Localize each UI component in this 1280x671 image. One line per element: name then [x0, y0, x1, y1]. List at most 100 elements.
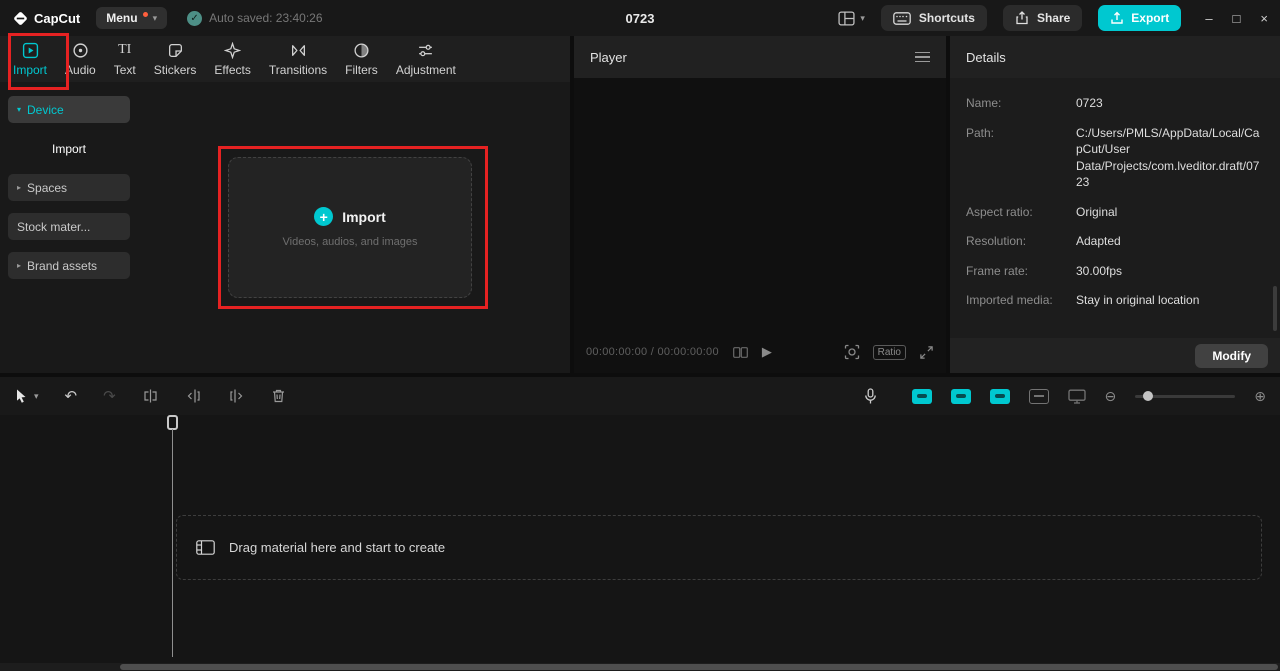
- maximize-button[interactable]: □: [1233, 11, 1241, 26]
- tab-label: Adjustment: [395, 62, 456, 77]
- tab-import[interactable]: Import: [4, 36, 56, 82]
- caret-down-icon: ▾: [17, 104, 22, 114]
- titlebar: CapCut Menu ▾ ✓ Auto saved: 23:40:26 072…: [0, 0, 1280, 36]
- tab-effects[interactable]: Effects: [205, 36, 259, 82]
- tab-label: Stickers: [153, 62, 197, 77]
- effects-icon: [224, 41, 242, 59]
- import-dropzone[interactable]: + Import Videos, audios, and images: [228, 157, 472, 298]
- details-header: Details: [950, 36, 1280, 78]
- undo-button[interactable]: ↶: [65, 389, 78, 404]
- field-label: Path:: [966, 125, 995, 140]
- menu-button[interactable]: Menu ▾: [96, 7, 168, 29]
- delete-icon[interactable]: [271, 388, 286, 404]
- timeline-scrollbar[interactable]: [0, 663, 1280, 671]
- close-button[interactable]: ×: [1260, 11, 1268, 26]
- playhead[interactable]: [167, 415, 179, 657]
- adjustment-icon: [419, 44, 433, 56]
- sidebar-item-label: Stock mater...: [17, 219, 91, 234]
- ratio-button[interactable]: Ratio: [872, 344, 906, 360]
- tab-transitions[interactable]: Transitions: [260, 36, 336, 82]
- detail-row-name: Name: 0723: [966, 95, 1266, 112]
- preview-axis-icon[interactable]: [1028, 388, 1049, 404]
- tab-text[interactable]: TI Text: [105, 36, 145, 82]
- auto-ripple-icon[interactable]: [950, 388, 971, 404]
- dropzone-title: Import: [342, 208, 386, 225]
- project-title: 0723: [625, 10, 655, 26]
- frames-icon[interactable]: [732, 346, 748, 358]
- dropzone-subtitle: Videos, audios, and images: [282, 236, 418, 248]
- player-canvas: [574, 78, 946, 373]
- share-icon: [1016, 11, 1028, 25]
- tab-filters[interactable]: Filters: [336, 36, 387, 82]
- playhead-handle[interactable]: [167, 415, 178, 430]
- zoom-in-icon[interactable]: ⊕: [1254, 389, 1266, 403]
- zoom-slider-handle[interactable]: [1143, 391, 1154, 401]
- fullscreen-icon[interactable]: [919, 345, 934, 360]
- details-panel-title: Details: [966, 49, 1006, 65]
- transitions-icon: [291, 44, 305, 56]
- preview-focus-icon[interactable]: [844, 344, 860, 360]
- delete-left-icon[interactable]: [185, 388, 202, 404]
- media-clip-icon: [196, 540, 215, 555]
- timeline-drop-area[interactable]: Drag material here and start to create: [176, 515, 1262, 580]
- sidebar-item-brand-assets[interactable]: ▸ Brand assets: [8, 252, 130, 279]
- player-header: Player: [574, 36, 946, 78]
- main-track-magnet-icon[interactable]: [911, 388, 932, 404]
- tab-audio[interactable]: Audio: [56, 36, 105, 82]
- split-icon[interactable]: [142, 388, 159, 404]
- tab-label: Filters: [345, 62, 378, 77]
- zoom-slider[interactable]: [1135, 391, 1236, 401]
- render-preview-icon[interactable]: [1067, 389, 1086, 404]
- sidebar-item-label: Spaces: [27, 180, 68, 195]
- timeline-toolbar-right: ⊖ ⊕: [864, 387, 1266, 405]
- export-button[interactable]: Export: [1098, 5, 1182, 31]
- record-voiceover-icon[interactable]: [864, 387, 877, 405]
- autosave-text: Auto saved: 23:40:26: [209, 11, 323, 25]
- player-controls-right: Ratio: [844, 344, 934, 360]
- capcut-logo-icon: [14, 11, 27, 25]
- player-menu-icon[interactable]: [915, 51, 930, 63]
- sidebar-item-device[interactable]: ▾ Device: [8, 96, 130, 123]
- text-icon: TI: [118, 42, 132, 57]
- modify-button[interactable]: Modify: [1195, 343, 1268, 368]
- export-icon: [1111, 11, 1123, 24]
- timeline-scrollbar-handle[interactable]: [120, 664, 1278, 670]
- menu-label: Menu: [106, 11, 138, 25]
- plus-icon: +: [314, 207, 334, 226]
- capcut-logo-text: CapCut: [34, 10, 81, 26]
- delete-right-icon[interactable]: [228, 388, 245, 404]
- playhead-line: [171, 429, 174, 657]
- sidebar-item-stock-material[interactable]: Stock mater...: [8, 213, 130, 240]
- tab-label: Transitions: [268, 62, 328, 77]
- shortcuts-button[interactable]: Shortcuts: [880, 5, 987, 31]
- play-button[interactable]: ▶: [762, 344, 772, 360]
- layout-grid-icon: [838, 10, 855, 26]
- details-fields: Name: 0723 Path: C:/Users/PMLS/AppData/L…: [950, 78, 1280, 309]
- sidebar-item-spaces[interactable]: ▸ Spaces: [8, 174, 130, 201]
- zoom-out-icon[interactable]: ⊖: [1105, 389, 1117, 403]
- tab-adjustment[interactable]: Adjustment: [387, 36, 465, 82]
- select-tool[interactable]: ▾: [14, 388, 39, 404]
- detail-row-path: Path: C:/Users/PMLS/AppData/Local/CapCut…: [966, 125, 1266, 191]
- chevron-down-icon: ▾: [860, 12, 865, 23]
- share-button[interactable]: Share: [1002, 5, 1083, 31]
- tab-stickers[interactable]: Stickers: [145, 36, 206, 82]
- sticker-icon: [168, 43, 182, 57]
- link-icon[interactable]: [989, 388, 1010, 404]
- minimize-button[interactable]: –: [1205, 11, 1212, 26]
- layout-toggle-button[interactable]: ▾: [838, 10, 865, 26]
- timeline-panel: ▾ ↶ ↷ ⊖ ⊕ Drag material here and start t…: [0, 377, 1280, 671]
- field-label: Imported media:: [966, 293, 1053, 307]
- field-value: C:/Users/PMLS/AppData/Local/CapCut/User …: [1076, 125, 1260, 190]
- field-value: Adapted: [1076, 234, 1121, 248]
- media-tab-bar: Import Audio TI Text Stickers Effects Tr…: [0, 36, 570, 82]
- menu-notification-dot: [142, 11, 148, 17]
- details-scrollbar[interactable]: [1273, 286, 1277, 331]
- details-panel: Details Name: 0723 Path: C:/Users/PMLS/A…: [950, 36, 1280, 373]
- timecode: 00:00:00:00 / 00:00:00:00: [586, 346, 719, 358]
- sidebar-item-import[interactable]: Import: [8, 135, 130, 162]
- redo-button[interactable]: ↷: [103, 389, 116, 404]
- field-value: Stay in original location: [1076, 293, 1200, 307]
- field-label: Frame rate:: [966, 263, 1029, 278]
- player-panel-title: Player: [590, 49, 627, 65]
